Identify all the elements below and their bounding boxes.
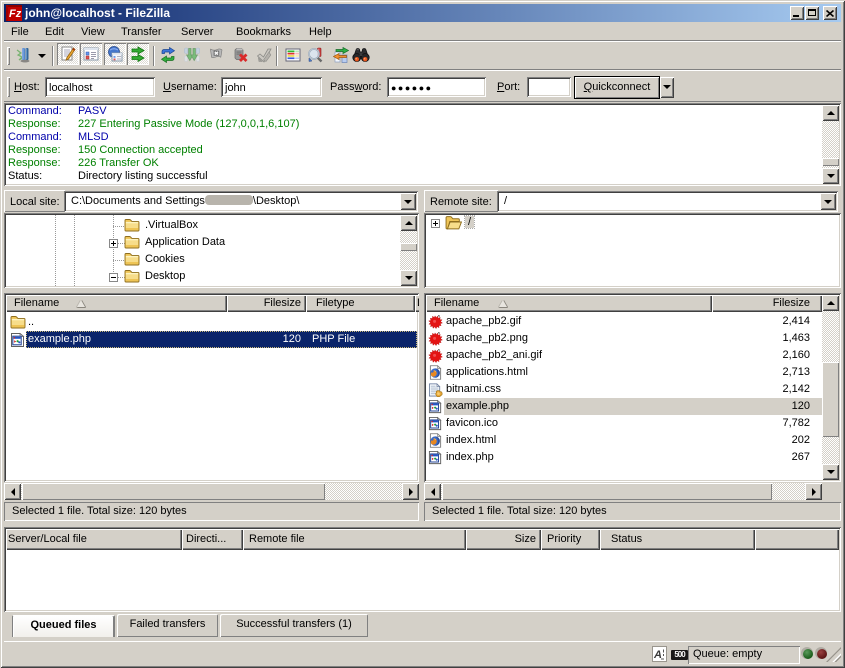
- svg-text:Fz: Fz: [9, 8, 22, 20]
- svg-text:A: A: [653, 649, 662, 661]
